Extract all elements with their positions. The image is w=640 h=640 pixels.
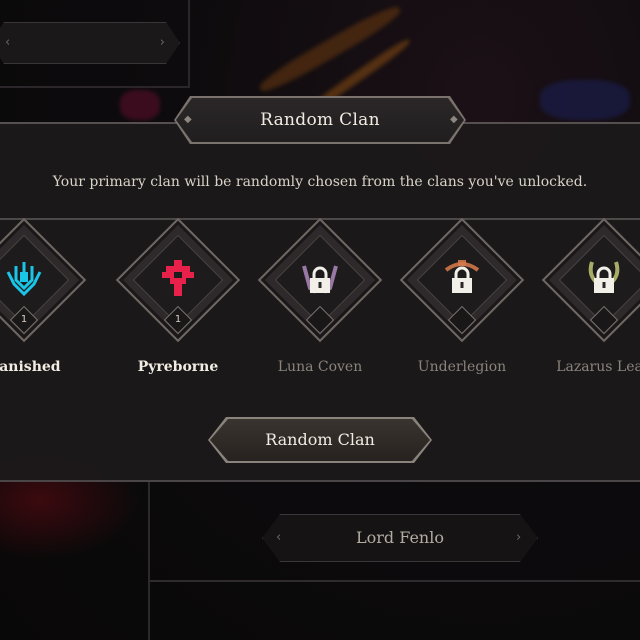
diamond-ornament-icon: ◆ (184, 114, 192, 125)
lord-selector-label: Lord Fenlo (356, 528, 444, 547)
clan-level: 1 (174, 314, 182, 325)
clan-name: Pyreborne (137, 359, 219, 375)
clan-level: 1 (20, 314, 28, 325)
background-ember-streak (256, 1, 404, 97)
random-clan-button[interactable]: Random Clan (210, 419, 430, 461)
chevron-right-icon: › (159, 35, 165, 50)
background-glow (540, 80, 630, 120)
background-divider (148, 480, 150, 640)
dialog-title: Random Clan (260, 110, 380, 130)
lock-icon (310, 266, 330, 293)
clan-item-pyreborne[interactable]: 1 Pyreborne (115, 217, 241, 390)
lock-icon (452, 266, 472, 293)
chevron-left-icon[interactable]: ‹ (276, 530, 281, 545)
clan-item-underlegion[interactable]: Underlegion (399, 217, 525, 390)
banished-emblem-icon (6, 262, 42, 297)
clan-name: Lazarus Leag (556, 359, 640, 375)
clan-item-luna-coven[interactable]: Luna Coven (257, 217, 383, 390)
lock-icon (594, 266, 614, 293)
chevron-left-icon: ‹ (5, 35, 11, 50)
clan-item-banished[interactable]: 1 Banished (0, 217, 87, 390)
clan-name: Luna Coven (277, 359, 363, 375)
clan-name: Underlegion (417, 359, 507, 375)
diamond-ornament-icon: ◆ (450, 114, 458, 125)
background-glow (120, 90, 160, 120)
clan-name: Banished (0, 359, 61, 375)
background-selector-button: ‹ › (0, 22, 180, 64)
background-divider (148, 580, 640, 582)
clan-list: 1 Banished 1 Pyreborne (0, 217, 640, 400)
pyreborne-emblem-icon (162, 260, 194, 296)
clan-item-lazarus-league[interactable]: Lazarus Leag (541, 217, 640, 390)
dialog-description: Your primary clan will be randomly chose… (52, 174, 588, 190)
chevron-right-icon[interactable]: › (516, 530, 521, 545)
